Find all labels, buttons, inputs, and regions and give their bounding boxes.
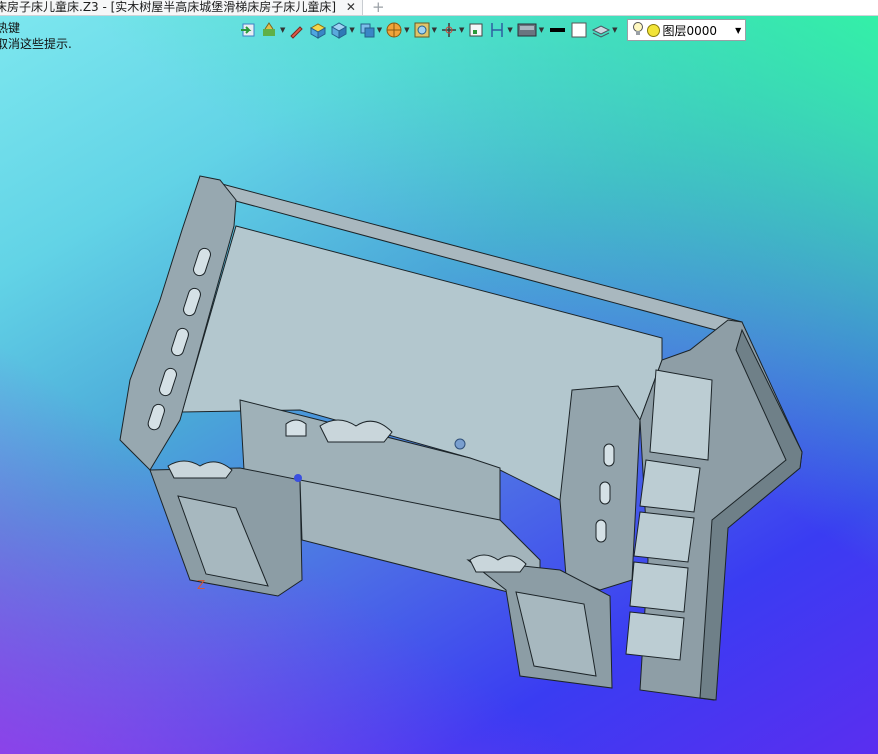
- tab-bar: 床房子床儿童床.Z3 - [实木树屋半高床城堡滑梯床房子床儿童床] ✕ +: [0, 0, 878, 16]
- shade-icon[interactable]: [309, 20, 327, 40]
- cube-icon[interactable]: ▼: [330, 20, 355, 40]
- layer-name: 图层0000: [662, 23, 718, 38]
- hint-line-1: 热键: [0, 21, 21, 35]
- layer-selector[interactable]: 图层0000 ▼: [626, 19, 747, 41]
- file-export-icon[interactable]: [240, 20, 258, 40]
- snap-icon[interactable]: ▼: [413, 20, 437, 40]
- axis-icon[interactable]: ▼: [440, 20, 464, 40]
- paint-icon[interactable]: [288, 20, 306, 40]
- new-tab-icon[interactable]: +: [372, 0, 385, 16]
- 3d-viewport[interactable]: Z: [0, 0, 878, 754]
- lightbulb-icon[interactable]: [632, 21, 644, 40]
- dimension-icon[interactable]: ▼: [488, 20, 513, 40]
- hotkey-hint: 热键 取消这些提示.: [0, 20, 72, 52]
- close-icon[interactable]: ✕: [346, 0, 356, 14]
- fill-color-icon[interactable]: [570, 20, 588, 40]
- chevron-down-icon[interactable]: ▼: [735, 26, 741, 35]
- display-mode-icon[interactable]: ▼: [516, 20, 544, 40]
- line-color-icon[interactable]: [547, 20, 567, 40]
- hint-line-2: 取消这些提示.: [0, 37, 72, 51]
- view-cube-icon[interactable]: ▼: [358, 20, 382, 40]
- frame-icon[interactable]: [467, 20, 485, 40]
- sphere-filter-icon[interactable]: ▼: [385, 20, 410, 40]
- render-icon[interactable]: ▼: [261, 20, 285, 40]
- document-tab-title: 床房子床儿童床.Z3 - [实木树屋半高床城堡滑梯床房子床儿童床]: [0, 0, 336, 14]
- axis-z-label: Z: [197, 578, 206, 592]
- layer-color-swatch[interactable]: [646, 23, 660, 37]
- blue-handle[interactable]: [294, 474, 302, 482]
- document-tab[interactable]: 床房子床儿童床.Z3 - [实木树屋半高床城堡滑梯床房子床儿童床] ✕: [0, 0, 363, 15]
- main-toolbar: ▼ ▼ ▼ ▼ ▼ ▼ ▼ ▼ ▼ 图层0000 ▼: [240, 19, 747, 41]
- layers-icon[interactable]: ▼: [591, 20, 618, 40]
- pivot-marker[interactable]: [454, 438, 466, 450]
- bed-model-3d[interactable]: [0, 0, 878, 754]
